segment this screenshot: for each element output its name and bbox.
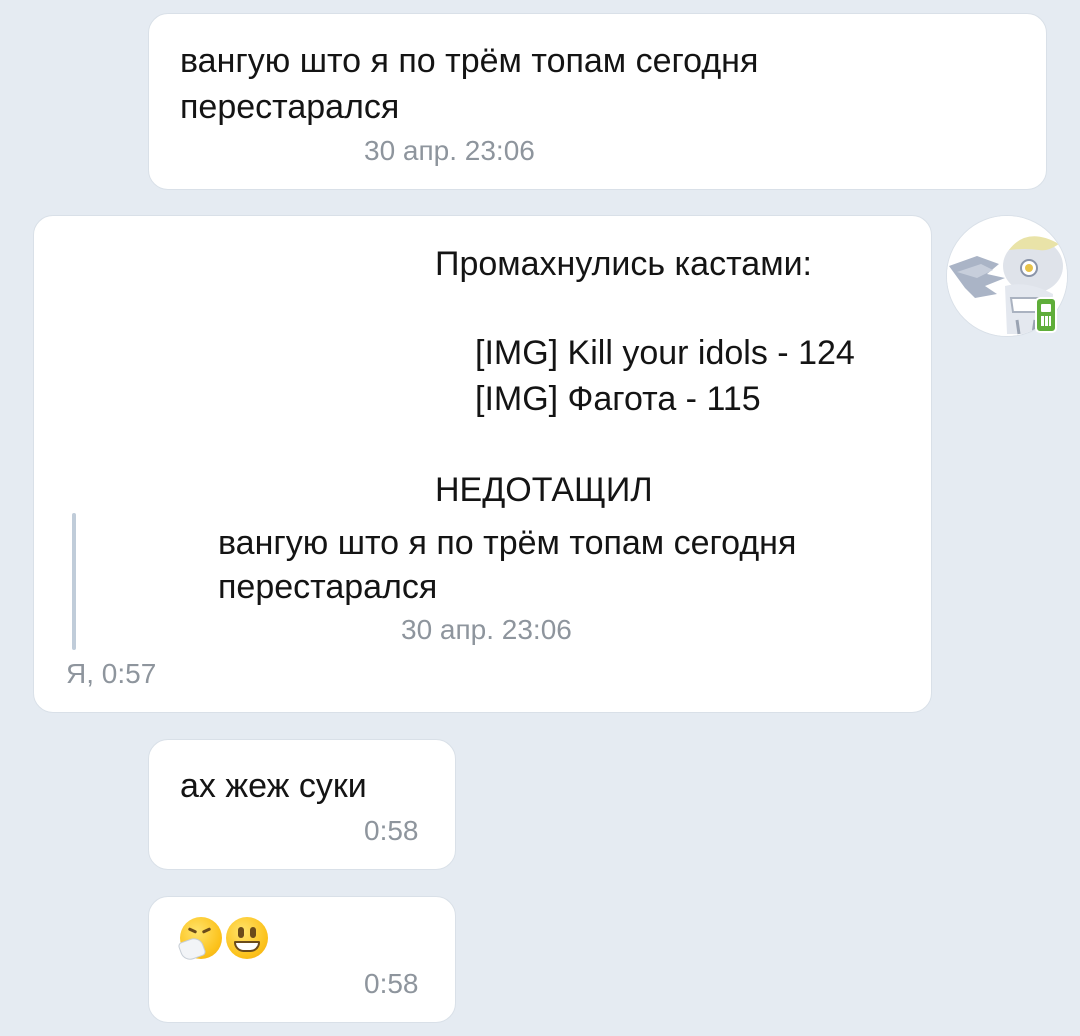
- message-bubble[interactable]: 0:58: [148, 896, 456, 1023]
- message-line: НЕДОТАЩИЛ: [435, 471, 653, 509]
- message-bubble[interactable]: ах жеж суки 0:58: [148, 739, 456, 870]
- quote-bar: [72, 513, 76, 650]
- emoji-row: [177, 917, 268, 963]
- message-text: вангую што я по трём топам сегодня перес…: [180, 38, 758, 130]
- quoted-line[interactable]: вангую што я по трём топам сегодня: [218, 520, 796, 566]
- message-line: перестарался: [180, 88, 400, 126]
- grinning-face-icon: [226, 917, 268, 959]
- message-time: 30 апр. 23:06: [364, 135, 535, 166]
- message-text: ах жеж суки: [180, 767, 367, 805]
- message-time: 0:58: [364, 815, 419, 846]
- message-bubble[interactable]: вангую што я по трём топам сегодня перес…: [148, 13, 1047, 190]
- message-line: Промахнулись кастами:: [435, 245, 813, 283]
- quoted-line[interactable]: перестарался: [218, 564, 437, 610]
- message-bubble[interactable]: Промахнулись кастами: [IMG] Kill your id…: [33, 215, 932, 713]
- message-time: 0:58: [364, 968, 419, 999]
- message-line: [IMG] Kill your idols - 124: [475, 334, 855, 372]
- quoted-time: 30 апр. 23:06: [401, 614, 572, 645]
- mobile-phone-icon: [1035, 297, 1057, 333]
- message-line: вангую што я по трём топам сегодня: [180, 42, 759, 80]
- sender-time: Я, 0:57: [66, 658, 157, 689]
- message-line: [IMG] Фагота - 115: [475, 380, 761, 418]
- sneezing-face-icon: [177, 917, 222, 963]
